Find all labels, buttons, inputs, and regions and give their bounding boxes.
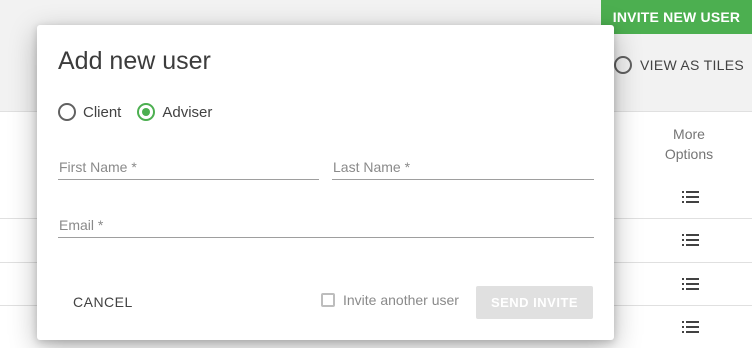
role-radio-group: Client Adviser bbox=[58, 103, 212, 121]
first-name-field bbox=[58, 156, 319, 180]
last-name-field bbox=[332, 156, 594, 180]
first-name-input[interactable] bbox=[58, 156, 319, 178]
list-icon[interactable] bbox=[682, 277, 700, 291]
view-as-tiles-label: VIEW AS TILES bbox=[640, 57, 745, 73]
invite-new-user-button[interactable]: INVITE NEW USER bbox=[601, 0, 752, 34]
list-icon[interactable] bbox=[682, 190, 700, 204]
dialog-title: Add new user bbox=[58, 47, 211, 75]
invite-another-label: Invite another user bbox=[343, 292, 459, 308]
cancel-button[interactable]: CANCEL bbox=[60, 289, 146, 315]
email-input[interactable] bbox=[58, 214, 594, 236]
role-option-client[interactable]: Client bbox=[58, 103, 121, 121]
last-name-input[interactable] bbox=[332, 156, 594, 178]
list-icon[interactable] bbox=[682, 320, 700, 334]
view-as-tiles-radio[interactable] bbox=[614, 56, 632, 74]
client-radio[interactable] bbox=[58, 103, 76, 121]
more-options-column-header: More Options bbox=[664, 126, 714, 162]
invite-another-checkbox[interactable] bbox=[321, 293, 335, 307]
view-as-tiles-option[interactable]: VIEW AS TILES bbox=[614, 54, 744, 76]
list-icon[interactable] bbox=[682, 233, 700, 247]
send-invite-button[interactable]: SEND INVITE bbox=[476, 286, 593, 319]
add-user-dialog: Add new user Client Adviser CANCEL Invit… bbox=[37, 25, 614, 340]
adviser-label: Adviser bbox=[162, 103, 213, 121]
adviser-radio[interactable] bbox=[137, 103, 156, 121]
invite-another-option[interactable]: Invite another user bbox=[321, 292, 459, 308]
client-label: Client bbox=[83, 103, 122, 121]
role-option-adviser[interactable]: Adviser bbox=[137, 103, 212, 121]
email-field bbox=[58, 214, 594, 238]
